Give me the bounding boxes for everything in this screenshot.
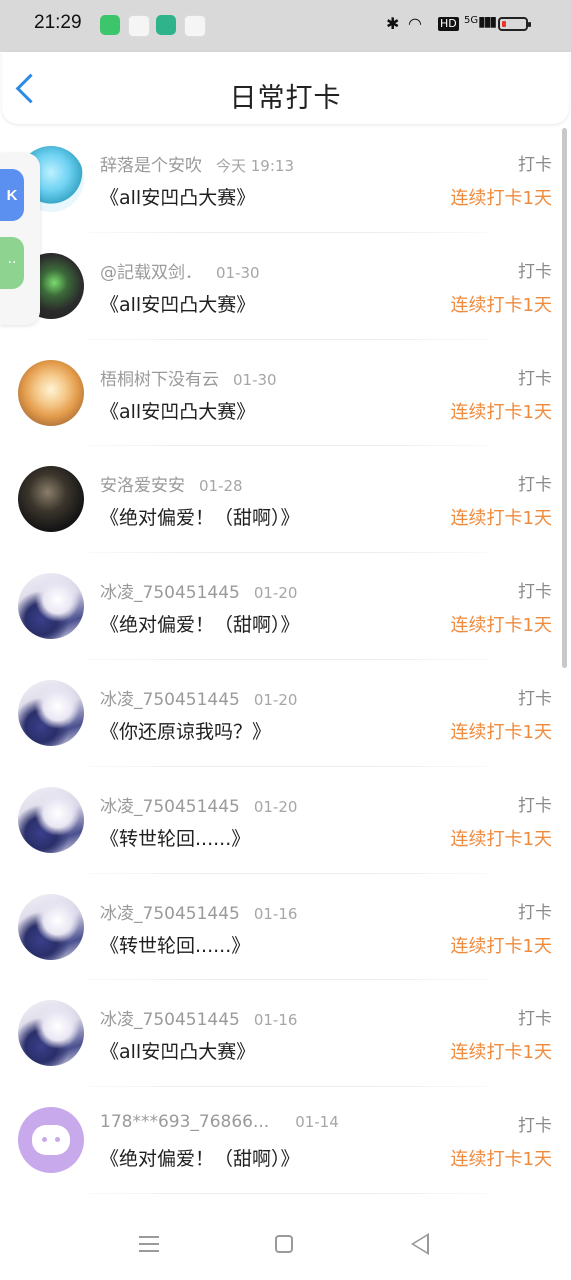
- list-item[interactable]: 178***693_76866... 01-14 《绝对偏爱！（甜啊）》 打卡 连…: [0, 1087, 571, 1194]
- checkin-date: 01-16: [253, 904, 298, 923]
- blue-app-icon: [184, 15, 206, 37]
- list-item[interactable]: 冰凌_750451445 01-20 《转世轮回......》 打卡 连续打卡1天: [0, 767, 571, 874]
- checkin-tag: 打卡: [518, 1116, 552, 1137]
- header: 日常打卡: [2, 52, 569, 124]
- avatar[interactable]: [18, 466, 84, 533]
- avatar[interactable]: [18, 786, 84, 853]
- streak-label: 连续打卡1天: [450, 1042, 552, 1064]
- checkin-date: 01-20: [253, 797, 298, 816]
- streak-label: 连续打卡1天: [450, 1149, 552, 1171]
- user-name[interactable]: @記载双剑．: [100, 263, 202, 283]
- pink-app-icon: [128, 15, 150, 37]
- list-item[interactable]: 辞落是个安吹 今天 19:13 《all安凹凸大赛》 打卡 连续打卡1天: [0, 126, 571, 233]
- book-title[interactable]: 《绝对偏爱！（甜啊）》: [100, 610, 300, 637]
- checkin-date: 01-20: [253, 584, 298, 603]
- list-item[interactable]: 梧桐树下没有云 01-30 《all安凹凸大赛》 打卡 连续打卡1天: [0, 340, 571, 447]
- checkin-tag: 打卡: [518, 582, 552, 603]
- avatar[interactable]: [18, 1000, 84, 1067]
- user-name[interactable]: 冰凌_750451445: [100, 904, 240, 924]
- checkin-tag: 打卡: [518, 155, 552, 175]
- checkin-tag: 打卡: [518, 688, 552, 709]
- user-name[interactable]: 冰凌_750451445: [100, 1010, 240, 1030]
- checkin-date: 01-30: [216, 263, 260, 282]
- book-title[interactable]: 《all安凹凸大赛》: [100, 1037, 255, 1064]
- avatar[interactable]: [18, 679, 84, 746]
- book-title[interactable]: 《all安凹凸大赛》: [100, 290, 255, 317]
- user-name[interactable]: 冰凌_750451445: [100, 690, 240, 710]
- checkin-date: 01-14: [295, 1113, 339, 1132]
- user-name[interactable]: 冰凌_750451445: [100, 583, 240, 603]
- book-title[interactable]: 《绝对偏爱！（甜啊）》: [100, 1144, 300, 1171]
- menu-icon[interactable]: [139, 1236, 159, 1252]
- checkin-date: 01-16: [253, 1011, 298, 1030]
- list-item[interactable]: 冰凌_750451445 01-16 《all安凹凸大赛》 打卡 连续打卡1天: [0, 980, 571, 1088]
- list-item[interactable]: 冰凌_750451445 01-20 《绝对偏爱！（甜啊）》 打卡 连续打卡1天: [0, 553, 571, 660]
- streak-label: 连续打卡1天: [450, 828, 552, 850]
- book-title[interactable]: 《all安凹凸大赛》: [100, 183, 255, 210]
- avatar[interactable]: [18, 359, 84, 426]
- checkin-tag: 打卡: [518, 795, 552, 816]
- teal-app-icon: [156, 15, 176, 35]
- battery-icon: [498, 17, 531, 31]
- checkin-tag: 打卡: [518, 368, 552, 389]
- k-app-icon[interactable]: K: [0, 169, 24, 221]
- chat-bubble-icon[interactable]: ··: [0, 237, 24, 289]
- status-time: 21:29: [34, 12, 82, 33]
- green-app-icon: [100, 15, 120, 35]
- signal-icon: 5G: [464, 15, 479, 26]
- streak-label: 连续打卡1天: [450, 935, 552, 957]
- back-icon[interactable]: [411, 1233, 429, 1255]
- streak-label: 连续打卡1天: [450, 294, 552, 316]
- scrollbar[interactable]: [562, 128, 567, 668]
- user-name[interactable]: 梧桐树下没有云: [100, 370, 219, 390]
- checkin-tag: 打卡: [518, 902, 552, 923]
- user-name[interactable]: 安洛爱安安: [100, 476, 185, 496]
- checkin-tag: 打卡: [518, 261, 552, 282]
- checkin-list: 辞落是个安吹 今天 19:13 《all安凹凸大赛》 打卡 连续打卡1天 @記载双…: [0, 126, 571, 1194]
- user-name[interactable]: 辞落是个安吹: [100, 156, 202, 176]
- checkin-date: 今天 19:13: [216, 157, 294, 175]
- divider: [88, 1192, 491, 1194]
- book-title[interactable]: 《转世轮回......》: [100, 824, 250, 851]
- streak-label: 连续打卡1天: [450, 188, 552, 209]
- user-name[interactable]: 178***693_76866...: [100, 1112, 269, 1132]
- book-title[interactable]: 《你还原谅我吗？》: [100, 717, 271, 744]
- streak-label: 连续打卡1天: [450, 615, 552, 637]
- book-title[interactable]: 《绝对偏爱！（甜啊）》: [100, 503, 300, 530]
- checkin-tag: 打卡: [518, 1009, 552, 1030]
- checkin-date: 01-20: [253, 690, 298, 709]
- book-title[interactable]: 《all安凹凸大赛》: [100, 397, 255, 424]
- home-icon[interactable]: [275, 1235, 293, 1253]
- floating-side-widget[interactable]: K ··: [0, 153, 40, 325]
- signal-bars-icon: ▮▮▮: [478, 14, 497, 30]
- list-item[interactable]: @記载双剑． 01-30 《all安凹凸大赛》 打卡 连续打卡1天: [0, 233, 571, 340]
- checkin-date: 01-28: [199, 477, 243, 496]
- list-item[interactable]: 冰凌_750451445 01-20 《你还原谅我吗？》 打卡 连续打卡1天: [0, 660, 571, 767]
- book-title[interactable]: 《转世轮回......》: [100, 931, 250, 958]
- user-name[interactable]: 冰凌_750451445: [100, 797, 240, 817]
- streak-label: 连续打卡1天: [450, 508, 552, 530]
- streak-label: 连续打卡1天: [450, 401, 552, 423]
- system-nav-bar: [0, 1206, 571, 1280]
- bluetooth-icon: ✱: [386, 14, 400, 33]
- page-title: 日常打卡: [229, 83, 342, 114]
- checkin-tag: 打卡: [518, 475, 552, 496]
- status-bar: 21:29 ✱ ◠ HD 5G ▮▮▮: [0, 0, 571, 52]
- checkin-date: 01-30: [233, 370, 277, 389]
- list-item[interactable]: 安洛爱安安 01-28 《绝对偏爱！（甜啊）》 打卡 连续打卡1天: [0, 446, 571, 554]
- avatar[interactable]: [18, 1107, 84, 1174]
- list-item[interactable]: 冰凌_750451445 01-16 《转世轮回......》 打卡 连续打卡1天: [0, 874, 571, 981]
- avatar[interactable]: [18, 893, 84, 960]
- streak-label: 连续打卡1天: [450, 721, 552, 743]
- avatar[interactable]: [18, 573, 84, 640]
- wifi-icon: ◠: [408, 14, 422, 33]
- hd-icon: HD: [438, 17, 459, 31]
- chat-bot-icon: [32, 1125, 70, 1156]
